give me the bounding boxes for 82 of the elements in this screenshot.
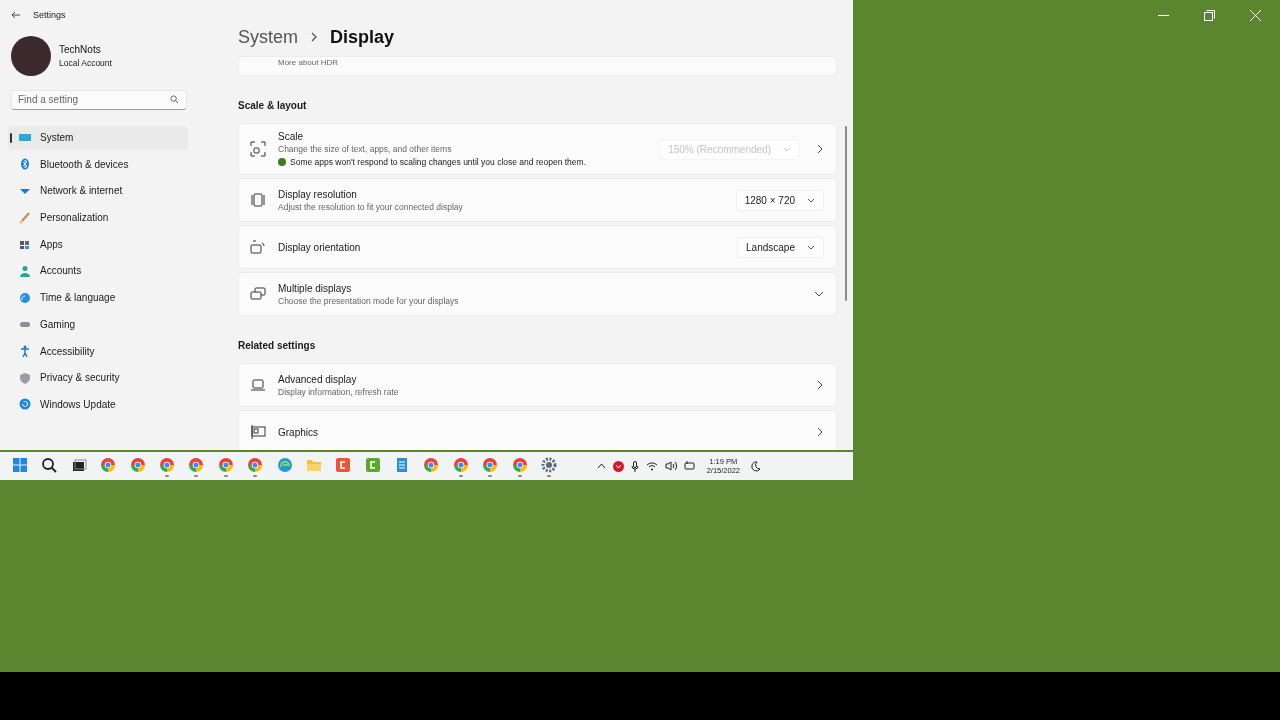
restore-icon[interactable] [1204,10,1215,21]
chevron-right-icon [816,144,824,154]
taskbar-settings-icon[interactable] [541,457,558,478]
account-name: TechNots [59,44,102,55]
brush-icon [19,211,31,224]
sidebar-item[interactable]: Apps [8,232,188,257]
taskbar-browser-icon[interactable] [217,457,234,478]
chevron-right-icon [816,427,824,437]
caret-icon [783,146,791,152]
update-icon [19,398,31,411]
section-heading: Scale & layout [238,100,308,111]
battery-icon[interactable] [683,461,696,471]
taskbar-browser-icon[interactable] [188,457,205,478]
section-heading: Related settings [238,340,317,351]
taskbar-browser-icon[interactable] [247,457,264,478]
close-icon[interactable] [1250,10,1261,21]
shield-icon [19,371,31,384]
moon-icon[interactable] [751,460,761,472]
sidebar-item[interactable]: Accounts [8,258,188,283]
shield-icon[interactable] [612,460,624,472]
settings-row[interactable]: Multiple displays Choose the presentation mode for your displays [238,272,837,316]
wifi-icon[interactable] [645,461,658,471]
dropdown[interactable]: 1280 × 720 [735,189,824,211]
taskbar-browser-icon[interactable] [511,457,528,478]
speaker-icon[interactable] [664,461,677,471]
breadcrumb-link[interactable]: System [238,26,298,48]
row-title: Display orientation [278,241,362,253]
chevron-down-icon[interactable] [814,290,824,298]
settings-row[interactable]: Graphics [238,410,837,450]
caret-icon [807,244,815,250]
window-title: Settings [33,10,66,20]
chevron-right-icon [816,380,824,390]
orientation-icon [250,239,266,255]
row-title: Scale [278,131,304,142]
settings-row[interactable]: Advanced display Display information, refresh rate [238,363,837,407]
sidebar-item[interactable]: Windows Update [8,392,188,417]
sidebar-item[interactable]: Accessibility [8,339,188,363]
resolution-icon [250,192,266,208]
sidebar-item[interactable]: System [8,125,188,150]
sidebar-item[interactable]: Gaming [8,312,188,337]
chevron-up-icon[interactable] [596,463,606,469]
globe-icon [19,291,31,304]
row-title: Display resolution [278,188,358,200]
taskbar-browser-icon[interactable] [158,457,175,478]
sidebar-item[interactable]: Time & language [8,285,188,310]
gpu-icon [250,424,266,440]
settings-row[interactable]: Display resolution Adjust the resolution to fit your connected display 1280 × 720 [238,178,837,222]
accessibility-icon [19,345,31,357]
search-field[interactable]: Find a setting [11,89,187,110]
account-type: Local Account [59,58,112,68]
multi-icon [250,286,266,302]
settings-card[interactable]: More about HDR [238,56,837,76]
dropdown[interactable]: Landscape [737,236,824,258]
chevron-right-icon [310,32,318,42]
row-title: Multiple displays [278,282,353,294]
row-description: Choose the presentation mode for your displays [278,295,460,306]
sidebar-item[interactable]: Privacy & security [8,365,188,390]
microphone-icon[interactable] [630,460,639,472]
search-icon [170,95,179,104]
bluetooth-icon [19,158,31,171]
row-description: Adjust the resolution to fit your connected display [278,201,464,212]
caret-icon [807,197,815,203]
row-title: Advanced display [278,373,358,385]
row-title: Graphics [278,426,319,438]
back-arrow-icon[interactable] [11,10,21,20]
taskbar-browser-icon[interactable] [452,457,469,478]
info-dot-icon [278,158,286,166]
sidebar-item[interactable]: Personalization [8,205,188,230]
scale-icon [250,141,266,157]
sidebar-item[interactable]: Bluetooth & devices [8,152,188,177]
laptop-icon [250,377,266,393]
page-title: Display [330,26,395,48]
system-icon [19,131,31,144]
avatar-circle [11,36,51,76]
apps-icon [19,238,31,251]
settings-row[interactable]: Display orientation Landscape [238,225,837,269]
person-icon [19,264,31,277]
row-note: Some apps won't respond to scaling changes until you close and reopen them. [290,157,586,167]
row-description: Change the size of text, apps, and other items [278,144,453,154]
taskbar-browser-icon[interactable] [482,457,499,478]
row-description: Display information, refresh rate [278,386,400,397]
sidebar-item[interactable]: Network & internet [8,178,188,203]
